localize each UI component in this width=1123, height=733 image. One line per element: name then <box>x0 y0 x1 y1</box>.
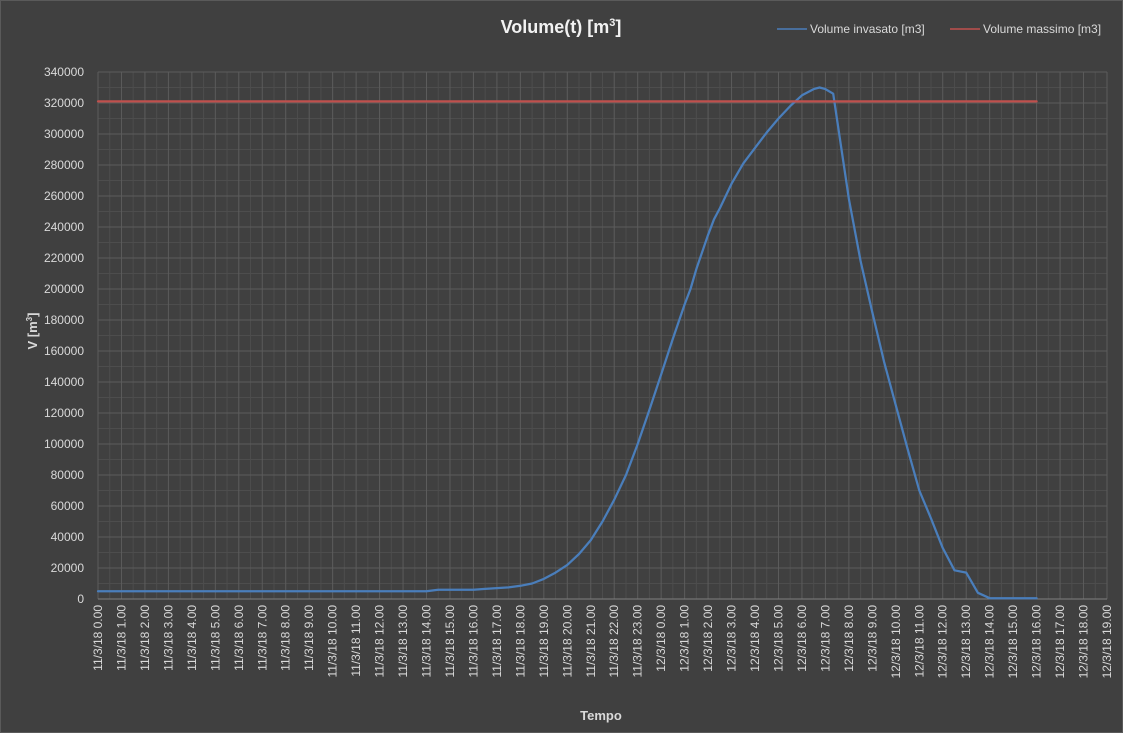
x-tick-label: 11/3/18 7.00 <box>255 605 269 671</box>
x-tick-label: 12/3/18 4.00 <box>748 605 762 672</box>
x-tick-label: 11/3/18 9.00 <box>302 605 316 671</box>
y-tick-label: 60000 <box>51 499 85 513</box>
x-tick-label: 11/3/18 8.00 <box>279 605 293 671</box>
x-tick-label: 11/3/18 22.00 <box>607 605 621 678</box>
x-tick-label: 11/3/18 18.00 <box>513 605 527 678</box>
x-tick-label: 12/3/18 8.00 <box>842 605 856 672</box>
x-tick-label: 11/3/18 17.00 <box>490 605 504 678</box>
x-tick-label: 12/3/18 5.00 <box>771 605 785 672</box>
x-tick-label: 11/3/18 12.00 <box>373 605 387 678</box>
x-tick-label: 12/3/18 11.00 <box>912 605 926 678</box>
x-tick-label: 12/3/18 2.00 <box>701 605 715 672</box>
y-tick-label: 320000 <box>44 96 84 110</box>
y-tick-label: 0 <box>77 592 84 606</box>
x-tick-label: 11/3/18 6.00 <box>232 605 246 671</box>
x-tick-label: 11/3/18 0.00 <box>91 605 105 671</box>
legend: Volume invasato [m3] Volume massimo [m3] <box>777 22 1101 36</box>
x-tick-label: 12/3/18 0.00 <box>654 605 668 672</box>
x-tick-label: 12/3/18 13.00 <box>959 605 973 679</box>
x-tick-label: 12/3/18 16.00 <box>1030 605 1044 679</box>
x-tick-label: 11/3/18 3.00 <box>161 605 175 671</box>
y-tick-label: 40000 <box>51 530 85 544</box>
y-tick-label: 240000 <box>44 220 84 234</box>
volume-chart: 0 20000 40000 60000 80000 100000 120000 140000 1… <box>25 17 1114 723</box>
y-tick-label: 20000 <box>51 561 85 575</box>
y-tick-label: 80000 <box>51 468 85 482</box>
x-tick-label: 12/3/18 19.00 <box>1100 605 1114 679</box>
x-tick-label: 12/3/18 10.00 <box>889 605 903 679</box>
x-tick-label: 11/3/18 1.00 <box>114 605 128 671</box>
y-axis-ticks: 0 20000 40000 60000 80000 100000 120000 140000 1… <box>44 65 84 606</box>
x-tick-label: 11/3/18 19.00 <box>537 605 551 678</box>
x-tick-label: 11/3/18 13.00 <box>396 605 410 678</box>
x-tick-label: 12/3/18 3.00 <box>725 605 739 672</box>
x-tick-label: 12/3/18 15.00 <box>1006 605 1020 679</box>
y-tick-label: 280000 <box>44 158 84 172</box>
y-tick-label: 200000 <box>44 282 84 296</box>
x-tick-label: 11/3/18 20.00 <box>560 605 574 678</box>
x-tick-label: 11/3/18 4.00 <box>185 605 199 671</box>
y-tick-label: 220000 <box>44 251 84 265</box>
legend-label-volume-massimo: Volume massimo [m3] <box>983 22 1101 36</box>
y-axis-title: V [m3] <box>25 313 40 350</box>
x-tick-label: 11/3/18 23.00 <box>631 605 645 678</box>
x-tick-label: 12/3/18 12.00 <box>936 605 950 679</box>
x-tick-label: 12/3/18 6.00 <box>795 605 809 672</box>
x-tick-label: 12/3/18 17.00 <box>1053 605 1067 679</box>
x-tick-label: 12/3/18 1.00 <box>678 605 692 672</box>
y-tick-label: 180000 <box>44 313 84 327</box>
x-tick-label: 11/3/18 15.00 <box>443 605 457 678</box>
y-tick-label: 120000 <box>44 406 84 420</box>
x-axis-ticks: 11/3/18 0.00 11/3/18 1.00 11/3/18 2.00 11/3… <box>91 605 1114 679</box>
y-tick-label: 300000 <box>44 127 84 141</box>
x-tick-label: 11/3/18 2.00 <box>138 605 152 671</box>
chart-area: 0 20000 40000 60000 80000 100000 120000 140000 1… <box>0 0 1123 733</box>
x-tick-label: 11/3/18 21.00 <box>584 605 598 678</box>
x-tick-label: 12/3/18 18.00 <box>1077 605 1091 679</box>
x-tick-label: 11/3/18 5.00 <box>208 605 222 671</box>
y-tick-label: 160000 <box>44 344 84 358</box>
y-tick-label: 140000 <box>44 375 84 389</box>
x-tick-label: 12/3/18 14.00 <box>983 605 997 679</box>
chart-title: Volume(t) [m3] <box>501 17 622 37</box>
x-tick-label: 11/3/18 10.00 <box>326 605 340 678</box>
y-tick-label: 340000 <box>44 65 84 79</box>
x-tick-label: 11/3/18 16.00 <box>466 605 480 678</box>
x-tick-label: 12/3/18 9.00 <box>865 605 879 672</box>
x-axis-title: Tempo <box>580 708 622 723</box>
x-tick-label: 12/3/18 7.00 <box>818 605 832 672</box>
y-tick-label: 260000 <box>44 189 84 203</box>
y-tick-label: 100000 <box>44 437 84 451</box>
x-tick-label: 11/3/18 11.00 <box>349 605 363 677</box>
legend-label-volume-invasato: Volume invasato [m3] <box>810 22 925 36</box>
x-tick-label: 11/3/18 14.00 <box>420 605 434 678</box>
